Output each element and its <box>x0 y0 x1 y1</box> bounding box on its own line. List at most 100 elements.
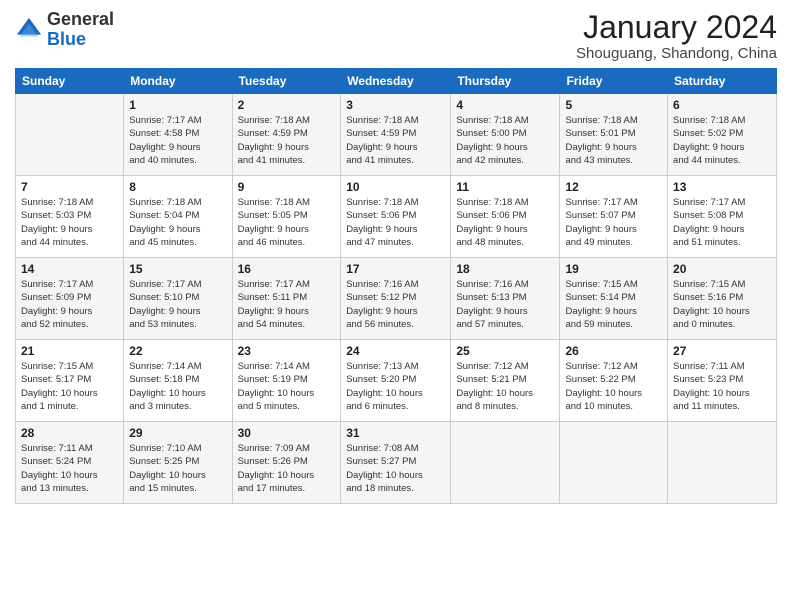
calendar-cell: 6Sunrise: 7:18 AMSunset: 5:02 PMDaylight… <box>668 94 777 176</box>
calendar-cell: 19 Sunrise: 7:15 AMSunset: 5:14 PMDayligh… <box>560 258 668 340</box>
day-number: 21 <box>21 344 118 358</box>
day-number: 31 <box>346 426 445 440</box>
day-number: 7 <box>21 180 118 194</box>
week-row-5: 28 Sunrise: 7:11 AMSunset: 5:24 PMDayligh… <box>16 422 777 504</box>
logo-general: General <box>47 9 114 29</box>
day-number: 22 <box>129 344 226 358</box>
logo-text: General Blue <box>47 10 114 50</box>
day-info: Sunrise: 7:15 AMSunset: 5:17 PMDaylight:… <box>21 360 118 413</box>
header: General Blue January 2024 Shouguang, Sha… <box>15 10 777 62</box>
calendar-cell: 20 Sunrise: 7:15 AMSunset: 5:16 PMDayligh… <box>668 258 777 340</box>
calendar-cell: 16 Sunrise: 7:17 AMSunset: 5:11 PMDayligh… <box>232 258 341 340</box>
day-info: Sunrise: 7:17 AMSunset: 5:11 PMDaylight:… <box>238 278 336 331</box>
day-info: Sunrise: 7:17 AMSunset: 5:07 PMDaylight:… <box>565 196 662 249</box>
week-row-2: 7 Sunrise: 7:18 AMSunset: 5:03 PMDaylight… <box>16 176 777 258</box>
day-number: 12 <box>565 180 662 194</box>
day-info: Sunrise: 7:18 AMSunset: 5:04 PMDaylight:… <box>129 196 226 249</box>
day-number: 29 <box>129 426 226 440</box>
day-info: Sunrise: 7:13 AMSunset: 5:20 PMDaylight:… <box>346 360 445 413</box>
calendar-cell: 9 Sunrise: 7:18 AMSunset: 5:05 PMDaylight… <box>232 176 341 258</box>
calendar-cell: 1 Sunrise: 7:17 AMSunset: 4:58 PMDaylight… <box>124 94 232 176</box>
day-number: 19 <box>565 262 662 276</box>
week-row-3: 14Sunrise: 7:17 AMSunset: 5:09 PMDayligh… <box>16 258 777 340</box>
day-number: 5 <box>565 98 662 112</box>
calendar-cell: 24Sunrise: 7:13 AMSunset: 5:20 PMDayligh… <box>341 340 451 422</box>
day-info: Sunrise: 7:15 AMSunset: 5:16 PMDaylight:… <box>673 278 771 331</box>
day-number: 18 <box>456 262 554 276</box>
day-number: 30 <box>238 426 336 440</box>
col-tuesday: Tuesday <box>232 69 341 94</box>
day-number: 4 <box>456 98 554 112</box>
day-info: Sunrise: 7:15 AMSunset: 5:14 PMDaylight:… <box>565 278 662 331</box>
header-row: Sunday Monday Tuesday Wednesday Thursday… <box>16 69 777 94</box>
month-title: January 2024 <box>576 10 777 45</box>
calendar-cell: 10Sunrise: 7:18 AMSunset: 5:06 PMDayligh… <box>341 176 451 258</box>
calendar-cell: 8 Sunrise: 7:18 AMSunset: 5:04 PMDaylight… <box>124 176 232 258</box>
calendar-cell: 7 Sunrise: 7:18 AMSunset: 5:03 PMDaylight… <box>16 176 124 258</box>
calendar-cell <box>451 422 560 504</box>
day-info: Sunrise: 7:18 AMSunset: 5:01 PMDaylight:… <box>565 114 662 167</box>
day-info: Sunrise: 7:17 AMSunset: 5:09 PMDaylight:… <box>21 278 118 331</box>
day-info: Sunrise: 7:18 AMSunset: 5:06 PMDaylight:… <box>346 196 445 249</box>
day-number: 2 <box>238 98 336 112</box>
calendar-cell: 17Sunrise: 7:16 AMSunset: 5:12 PMDayligh… <box>341 258 451 340</box>
day-info: Sunrise: 7:11 AMSunset: 5:24 PMDaylight:… <box>21 442 118 495</box>
calendar-cell: 13Sunrise: 7:17 AMSunset: 5:08 PMDayligh… <box>668 176 777 258</box>
day-number: 8 <box>129 180 226 194</box>
calendar-cell: 26Sunrise: 7:12 AMSunset: 5:22 PMDayligh… <box>560 340 668 422</box>
page-container: General Blue January 2024 Shouguang, Sha… <box>0 0 792 514</box>
logo-blue: Blue <box>47 29 86 49</box>
calendar-cell: 5 Sunrise: 7:18 AMSunset: 5:01 PMDaylight… <box>560 94 668 176</box>
day-number: 27 <box>673 344 771 358</box>
day-info: Sunrise: 7:12 AMSunset: 5:22 PMDaylight:… <box>565 360 662 413</box>
calendar-cell: 25Sunrise: 7:12 AMSunset: 5:21 PMDayligh… <box>451 340 560 422</box>
calendar-cell: 22 Sunrise: 7:14 AMSunset: 5:18 PMDayligh… <box>124 340 232 422</box>
calendar-cell <box>16 94 124 176</box>
day-number: 3 <box>346 98 445 112</box>
day-number: 20 <box>673 262 771 276</box>
calendar-cell: 3 Sunrise: 7:18 AMSunset: 4:59 PMDaylight… <box>341 94 451 176</box>
calendar-cell: 30 Sunrise: 7:09 AMSunset: 5:26 PMDayligh… <box>232 422 341 504</box>
day-info: Sunrise: 7:18 AMSunset: 4:59 PMDaylight:… <box>238 114 336 167</box>
day-number: 23 <box>238 344 336 358</box>
day-number: 16 <box>238 262 336 276</box>
day-number: 11 <box>456 180 554 194</box>
calendar-cell: 23 Sunrise: 7:14 AMSunset: 5:19 PMDayligh… <box>232 340 341 422</box>
calendar-cell: 11Sunrise: 7:18 AMSunset: 5:06 PMDayligh… <box>451 176 560 258</box>
calendar-cell <box>560 422 668 504</box>
calendar-cell: 15Sunrise: 7:17 AMSunset: 5:10 PMDayligh… <box>124 258 232 340</box>
calendar-cell <box>668 422 777 504</box>
title-block: January 2024 Shouguang, Shandong, China <box>576 10 777 62</box>
logo: General Blue <box>15 10 114 50</box>
day-info: Sunrise: 7:14 AMSunset: 5:18 PMDaylight:… <box>129 360 226 413</box>
logo-icon <box>15 16 43 44</box>
calendar-table: Sunday Monday Tuesday Wednesday Thursday… <box>15 68 777 504</box>
day-info: Sunrise: 7:11 AMSunset: 5:23 PMDaylight:… <box>673 360 771 413</box>
week-row-4: 21 Sunrise: 7:15 AMSunset: 5:17 PMDayligh… <box>16 340 777 422</box>
calendar-cell: 28 Sunrise: 7:11 AMSunset: 5:24 PMDayligh… <box>16 422 124 504</box>
col-thursday: Thursday <box>451 69 560 94</box>
day-info: Sunrise: 7:18 AMSunset: 5:05 PMDaylight:… <box>238 196 336 249</box>
day-info: Sunrise: 7:18 AMSunset: 5:03 PMDaylight:… <box>21 196 118 249</box>
calendar-cell: 12 Sunrise: 7:17 AMSunset: 5:07 PMDayligh… <box>560 176 668 258</box>
day-info: Sunrise: 7:18 AMSunset: 5:00 PMDaylight:… <box>456 114 554 167</box>
day-info: Sunrise: 7:17 AMSunset: 4:58 PMDaylight:… <box>129 114 226 167</box>
day-info: Sunrise: 7:14 AMSunset: 5:19 PMDaylight:… <box>238 360 336 413</box>
day-info: Sunrise: 7:18 AMSunset: 4:59 PMDaylight:… <box>346 114 445 167</box>
calendar-cell: 31Sunrise: 7:08 AMSunset: 5:27 PMDayligh… <box>341 422 451 504</box>
day-info: Sunrise: 7:12 AMSunset: 5:21 PMDaylight:… <box>456 360 554 413</box>
day-number: 6 <box>673 98 771 112</box>
day-info: Sunrise: 7:10 AMSunset: 5:25 PMDaylight:… <box>129 442 226 495</box>
calendar-cell: 18 Sunrise: 7:16 AMSunset: 5:13 PMDayligh… <box>451 258 560 340</box>
day-info: Sunrise: 7:16 AMSunset: 5:13 PMDaylight:… <box>456 278 554 331</box>
calendar-cell: 2 Sunrise: 7:18 AMSunset: 4:59 PMDaylight… <box>232 94 341 176</box>
day-number: 13 <box>673 180 771 194</box>
day-number: 15 <box>129 262 226 276</box>
day-number: 1 <box>129 98 226 112</box>
calendar-cell: 29 Sunrise: 7:10 AMSunset: 5:25 PMDayligh… <box>124 422 232 504</box>
col-sunday: Sunday <box>16 69 124 94</box>
location: Shouguang, Shandong, China <box>576 45 777 62</box>
day-number: 9 <box>238 180 336 194</box>
day-number: 28 <box>21 426 118 440</box>
day-info: Sunrise: 7:09 AMSunset: 5:26 PMDaylight:… <box>238 442 336 495</box>
